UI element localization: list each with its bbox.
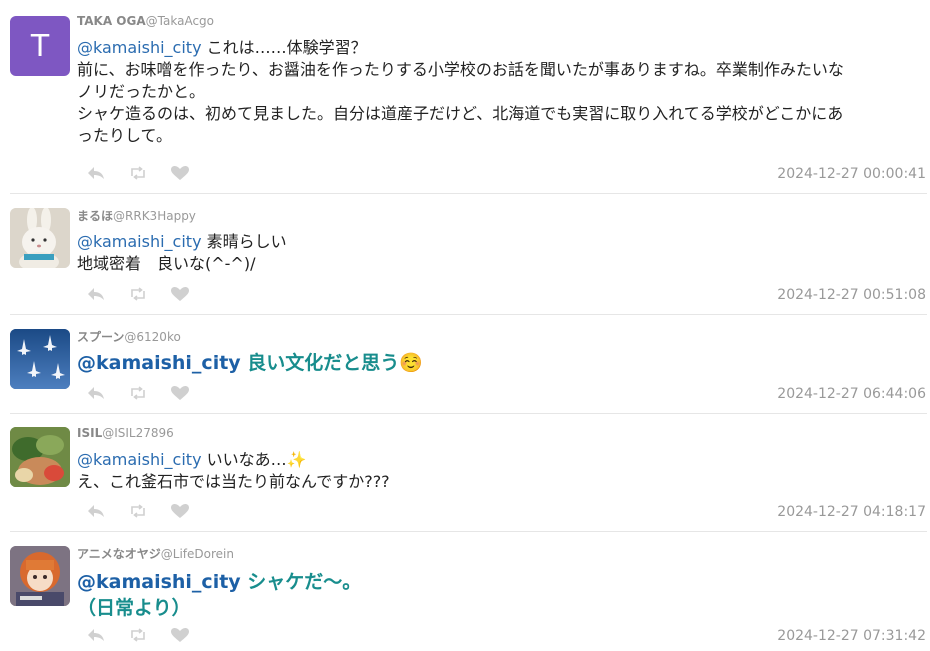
user-name[interactable]: まるほ <box>77 209 113 223</box>
user-handle[interactable]: @RRK3Happy <box>113 209 196 223</box>
heart-icon[interactable] <box>170 165 190 181</box>
user-handle[interactable]: @TakaAcgo <box>146 14 214 28</box>
anime-character-image <box>10 546 70 606</box>
avatar[interactable]: T <box>10 16 70 76</box>
post-header: まるほ@RRK3Happy <box>77 207 196 224</box>
rabbit-plush-image <box>10 208 70 268</box>
user-handle[interactable]: @LifeDorein <box>161 547 234 561</box>
user-handle[interactable]: @6120ko <box>124 330 180 344</box>
user-name[interactable]: アニメなオヤジ <box>77 547 161 561</box>
timestamp[interactable]: 2024-12-27 00:00:41 <box>777 166 926 182</box>
divider <box>10 314 927 315</box>
retweet-icon[interactable] <box>128 385 148 401</box>
avatar-letter: T <box>30 28 50 64</box>
retweet-icon[interactable] <box>128 165 148 181</box>
action-bar <box>86 385 190 401</box>
avatar[interactable] <box>10 329 70 389</box>
post-header: ISIL@ISIL27896 <box>77 426 174 440</box>
reply-icon[interactable] <box>86 165 106 181</box>
post-header: スプーン@6120ko <box>77 328 181 345</box>
heart-icon[interactable] <box>170 385 190 401</box>
text-line: 地域密着 良いな(^-^)/ <box>77 254 256 273</box>
post-text: @kamaishi_city 素晴らしい 地域密着 良いな(^-^)/ <box>77 231 927 275</box>
mention-link[interactable]: @kamaishi_city <box>77 571 241 593</box>
reply-icon[interactable] <box>86 503 106 519</box>
reply-icon[interactable] <box>86 286 106 302</box>
retweet-icon[interactable] <box>128 503 148 519</box>
post-header: アニメなオヤジ@LifeDorein <box>77 545 234 562</box>
avatar[interactable] <box>10 208 70 268</box>
user-handle[interactable]: @ISIL27896 <box>102 426 174 440</box>
retweet-icon[interactable] <box>128 286 148 302</box>
post-header: TAKA OGA@TakaAcgo <box>77 14 214 28</box>
avatar[interactable] <box>10 427 70 487</box>
post-text: @kamaishi_city 良い文化だと思う☺️ <box>77 350 927 376</box>
heart-icon[interactable] <box>170 503 190 519</box>
timestamp[interactable]: 2024-12-27 07:31:42 <box>777 628 926 644</box>
text-line: これは……体験学習？ <box>201 38 367 57</box>
food-photo-image <box>10 427 70 487</box>
text-line: え、これ釜石市では当たり前なんですか??? <box>77 472 390 491</box>
mention-link[interactable]: @kamaishi_city <box>77 232 202 251</box>
text-line: 前に、お味噌を作ったり、お醤油を作ったりする小学校のお話を聞いたが事ありますね。… <box>77 60 844 79</box>
heart-icon[interactable] <box>170 627 190 643</box>
text-line: シャケだ〜。 <box>240 571 362 593</box>
avatar[interactable] <box>10 546 70 606</box>
post-text: @kamaishi_city いいなあ…✨ え、これ釜石市では当たり前なんですか… <box>77 449 927 493</box>
mention-link[interactable]: @kamaishi_city <box>77 38 202 57</box>
reply-feed: T TAKA OGA@TakaAcgo @kamaishi_city これは……… <box>0 0 930 651</box>
text-line: 良い文化だと思う☺️ <box>240 352 423 374</box>
heart-icon[interactable] <box>170 286 190 302</box>
divider <box>10 531 927 532</box>
text-line: ノリだったかと。 <box>77 82 206 101</box>
retweet-icon[interactable] <box>128 627 148 643</box>
action-bar <box>86 627 190 643</box>
jets-in-sky-image <box>10 329 70 389</box>
text-line: ったりして。 <box>77 126 173 145</box>
mention-link[interactable]: @kamaishi_city <box>77 352 241 374</box>
divider <box>10 413 927 414</box>
user-name[interactable]: スプーン <box>77 330 124 344</box>
text-line: シャケ造るのは、初めて見ました。自分は道産子だけど、北海道でも実習に取り入れてる… <box>77 104 844 123</box>
timestamp[interactable]: 2024-12-27 00:51:08 <box>777 287 926 303</box>
user-name[interactable]: TAKA OGA <box>77 14 146 28</box>
post-text: @kamaishi_city シャケだ〜。 （日常より） <box>77 569 927 621</box>
mention-link[interactable]: @kamaishi_city <box>77 450 202 469</box>
timestamp[interactable]: 2024-12-27 06:44:06 <box>777 386 926 402</box>
divider <box>10 193 927 194</box>
timestamp[interactable]: 2024-12-27 04:18:17 <box>777 504 926 520</box>
action-bar <box>86 503 190 519</box>
user-name[interactable]: ISIL <box>77 426 102 440</box>
post-text: @kamaishi_city これは……体験学習？ 前に、お味噌を作ったり、お醤… <box>77 37 927 147</box>
text-line: （日常より） <box>77 597 191 619</box>
text-line: 素晴らしい <box>201 232 287 251</box>
action-bar <box>86 286 190 302</box>
reply-icon[interactable] <box>86 627 106 643</box>
reply-icon[interactable] <box>86 385 106 401</box>
text-line: いいなあ…✨ <box>201 450 307 469</box>
action-bar <box>86 165 190 181</box>
